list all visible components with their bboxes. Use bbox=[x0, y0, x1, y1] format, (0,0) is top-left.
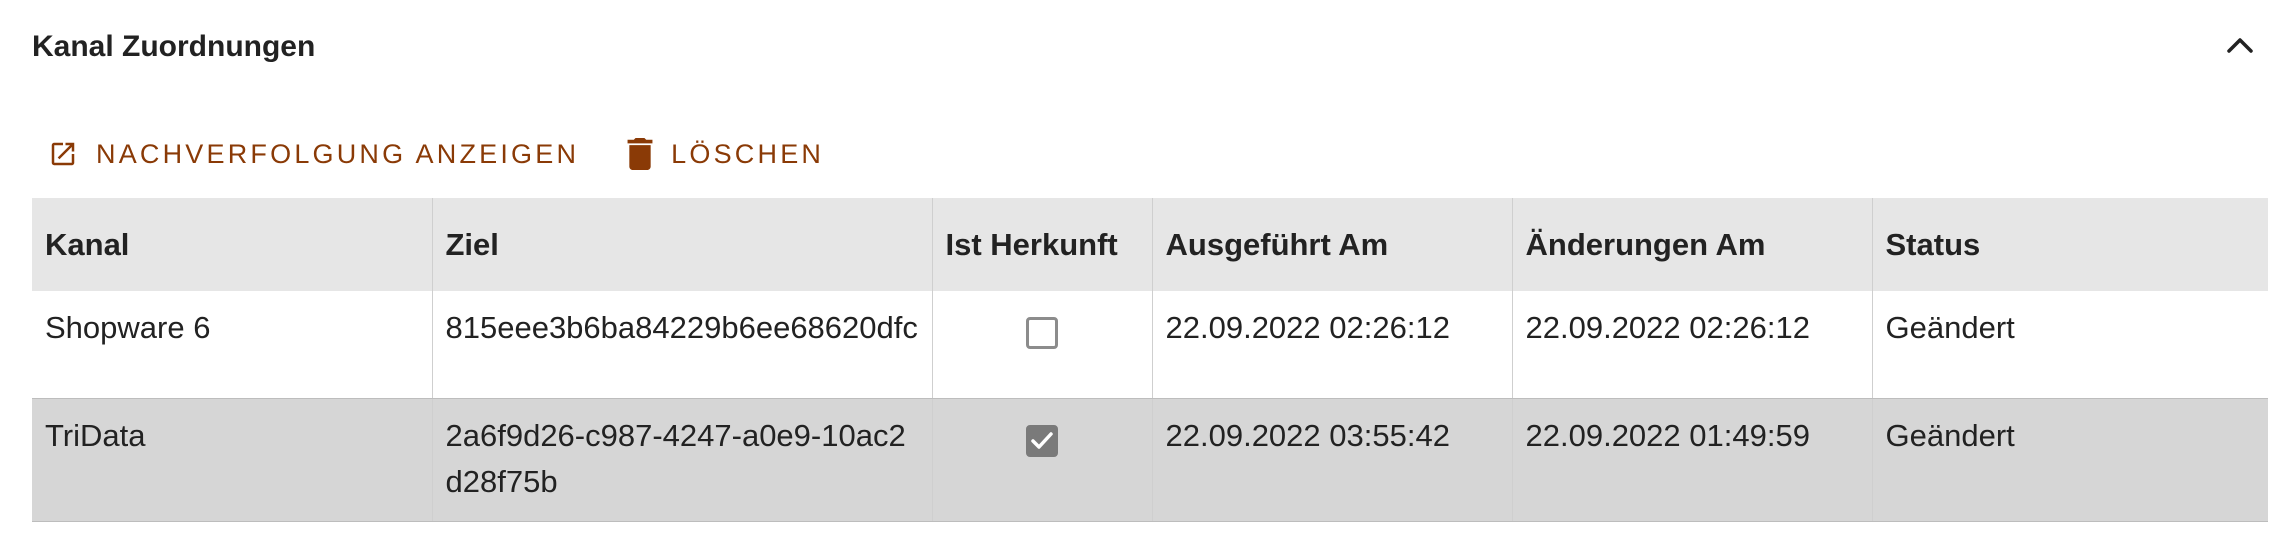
collapse-button[interactable] bbox=[2220, 27, 2260, 67]
chevron-up-icon bbox=[2226, 36, 2254, 59]
cell-ist-herkunft bbox=[932, 398, 1153, 522]
toolbar: NACHVERFOLGUNG ANZEIGEN LÖSCHEN bbox=[48, 138, 824, 170]
cell-ausgefuehrt-am: 22.09.2022 03:55:42 bbox=[1152, 398, 1513, 522]
column-header-ausgefuehrt-am[interactable]: Ausgeführt Am bbox=[1152, 198, 1513, 291]
trash-icon bbox=[627, 138, 653, 170]
panel-title: Kanal Zuordnungen bbox=[32, 30, 316, 63]
column-header-aenderungen-am[interactable]: Änderungen Am bbox=[1512, 198, 1873, 291]
cell-kanal: Shopware 6 bbox=[32, 291, 433, 399]
cell-ziel: 2a6f9d26-c987-4247-a0e9-10ac2d28f75b bbox=[432, 398, 933, 522]
column-header-kanal[interactable]: Kanal bbox=[32, 198, 433, 291]
cell-ziel: 815eee3b6ba84229b6ee68620dfc bbox=[432, 291, 933, 399]
cell-aenderungen-am: 22.09.2022 01:49:59 bbox=[1512, 398, 1873, 522]
column-header-status[interactable]: Status bbox=[1872, 198, 2268, 291]
delete-label: LÖSCHEN bbox=[671, 138, 825, 169]
panel-header: Kanal Zuordnungen bbox=[32, 26, 2272, 68]
column-header-ist-herkunft[interactable]: Ist Herkunft bbox=[932, 198, 1153, 291]
origin-checkbox[interactable] bbox=[1026, 425, 1058, 457]
cell-kanal: TriData bbox=[32, 398, 433, 522]
open-external-icon bbox=[48, 139, 78, 169]
table-row[interactable]: Shopware 6 815eee3b6ba84229b6ee68620dfc … bbox=[32, 291, 2268, 399]
cell-status: Geändert bbox=[1872, 398, 2268, 522]
cell-status: Geändert bbox=[1872, 291, 2268, 399]
origin-checkbox[interactable] bbox=[1026, 317, 1058, 349]
delete-button[interactable]: LÖSCHEN bbox=[627, 138, 824, 170]
show-trace-label: NACHVERFOLGUNG ANZEIGEN bbox=[96, 138, 580, 169]
show-trace-button[interactable]: NACHVERFOLGUNG ANZEIGEN bbox=[48, 139, 579, 170]
cell-ausgefuehrt-am: 22.09.2022 02:26:12 bbox=[1152, 291, 1513, 399]
table-header-row: Kanal Ziel Ist Herkunft Ausgeführt Am Än… bbox=[32, 198, 2268, 291]
channel-mappings-panel: Kanal Zuordnungen NACHVERFOLGUNG ANZEIGE… bbox=[0, 0, 2292, 544]
mappings-table: Kanal Ziel Ist Herkunft Ausgeführt Am Än… bbox=[32, 198, 2268, 522]
table-row[interactable]: TriData 2a6f9d26-c987-4247-a0e9-10ac2d28… bbox=[32, 398, 2268, 522]
cell-ist-herkunft bbox=[932, 291, 1153, 399]
cell-aenderungen-am: 22.09.2022 02:26:12 bbox=[1512, 291, 1873, 399]
column-header-ziel[interactable]: Ziel bbox=[432, 198, 933, 291]
checkmark-icon bbox=[1031, 432, 1053, 449]
